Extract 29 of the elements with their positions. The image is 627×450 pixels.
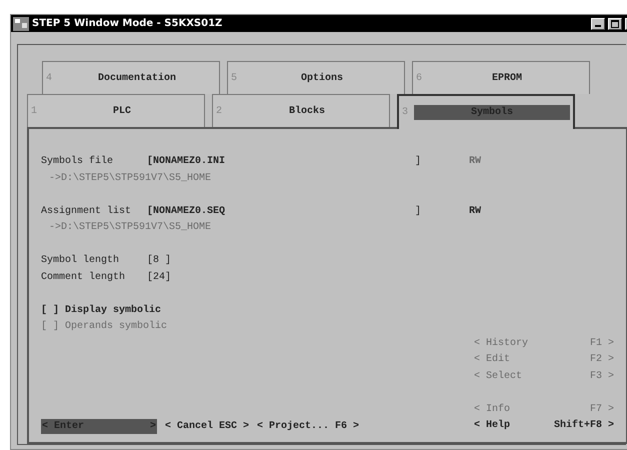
tab[interactable]: 4 Documentation — [42, 61, 220, 94]
field-bracket: ] — [415, 154, 422, 169]
field-label: Comment length — [41, 270, 126, 284]
field-label: Symbol length — [41, 254, 120, 268]
field-label: Symbols file — [41, 154, 114, 169]
command-button[interactable]: < Cancel ESC > — [165, 419, 250, 434]
file-path: ->D:\STEP5\STP591V7\S5_HOME — [48, 172, 212, 186]
tab[interactable]: 2 Blocks — [212, 94, 390, 127]
checkbox-option[interactable]: [ ] Display symbolic — [41, 302, 162, 319]
length-field[interactable]: [8 ] — [147, 253, 172, 270]
maximize-icon — [611, 20, 619, 28]
length-field[interactable]: [24] — [147, 270, 172, 286]
help-button[interactable]: < Help Shift+F8 > — [474, 418, 614, 435]
minimize-button[interactable] — [591, 18, 605, 30]
tab[interactable]: 5 Options — [227, 61, 405, 94]
field-label: Assignment list — [41, 204, 132, 218]
file-name-field[interactable]: [NONAMEZ0.SEQ — [147, 204, 415, 220]
tab[interactable]: 1 PLC — [27, 94, 205, 127]
tab[interactable]: 6 EPROM — [412, 61, 590, 94]
app-icon — [13, 16, 29, 30]
access-mode: RW — [469, 155, 482, 169]
field-bracket: ] — [415, 204, 422, 218]
maximize-button[interactable] — [608, 18, 622, 30]
file-name-field[interactable]: [NONAMEZ0.INI — [147, 154, 415, 170]
file-path: ->D:\STEP5\STP591V7\S5_HOME — [48, 220, 212, 235]
window-title: STEP 5 Window Mode - S5KXS01Z — [32, 18, 222, 29]
access-mode: RW — [469, 204, 482, 218]
command-button[interactable]: < Project... F6 > — [257, 419, 360, 434]
minimize-icon — [595, 25, 601, 27]
